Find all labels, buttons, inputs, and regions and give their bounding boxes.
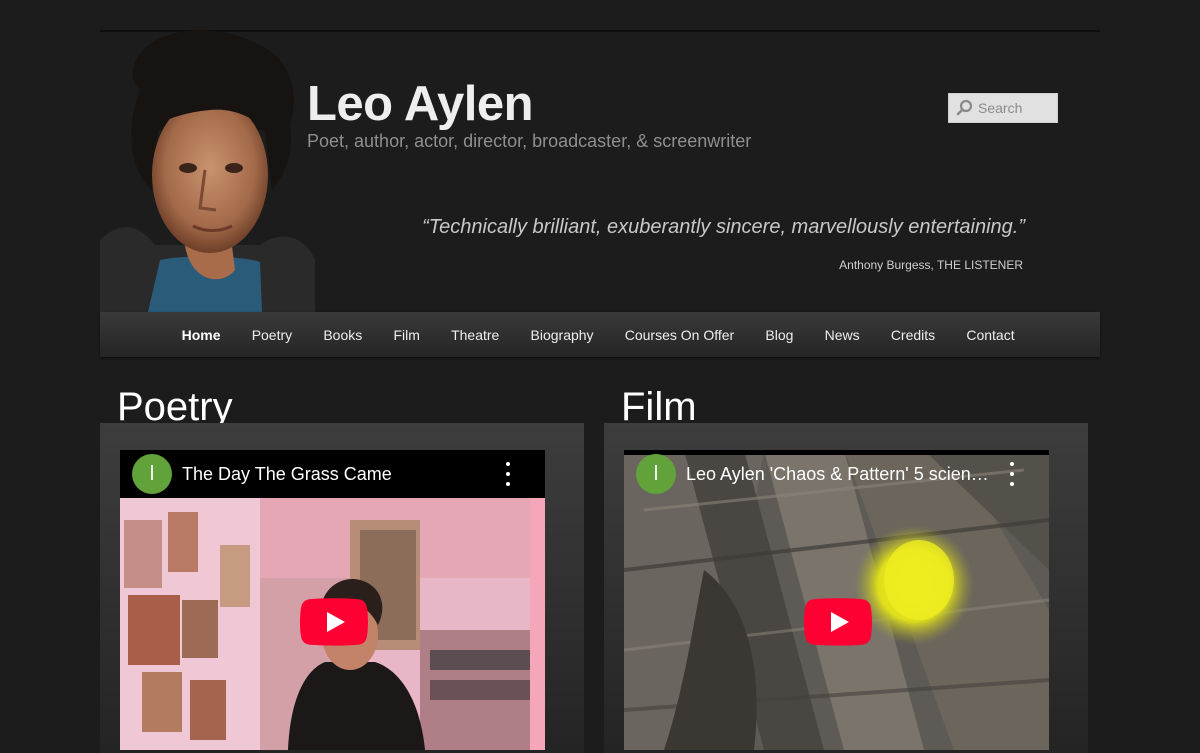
film-panel: l Leo Aylen 'Chaos & Pattern' 5 science … [604, 423, 1088, 753]
site-title[interactable]: Leo Aylen [307, 74, 534, 134]
nav-item-courses[interactable]: Courses On Offer [609, 327, 750, 343]
poetry-video-player[interactable]: l The Day The Grass Came [120, 450, 545, 750]
nav-item-film[interactable]: Film [378, 327, 436, 343]
youtube-play-icon[interactable] [804, 598, 872, 646]
poetry-channel-avatar[interactable]: l [132, 454, 172, 494]
poetry-video-header: l The Day The Grass Came [120, 450, 545, 498]
nav-item-home[interactable]: Home [166, 327, 236, 343]
portrait-image [100, 30, 315, 312]
nav-item-news[interactable]: News [809, 327, 875, 343]
nav-item-books[interactable]: Books [308, 327, 378, 343]
search-input[interactable] [976, 100, 1054, 116]
testimonial-quote: “Technically brilliant, exuberantly sinc… [422, 216, 1025, 238]
nav-item-blog[interactable]: Blog [750, 327, 809, 343]
film-video-title[interactable]: Leo Aylen 'Chaos & Pattern' 5 science po… [686, 464, 996, 485]
main-navigation: Home Poetry Books Film Theatre Biography… [100, 312, 1100, 357]
kebab-menu-icon[interactable] [1009, 462, 1015, 486]
poetry-panel: l The Day The Grass Came [100, 423, 584, 753]
site-description: Poet, author, actor, director, broadcast… [307, 131, 752, 151]
nav-item-contact[interactable]: Contact [951, 327, 1030, 343]
nav-item-poetry[interactable]: Poetry [236, 327, 308, 343]
film-video-player[interactable]: l Leo Aylen 'Chaos & Pattern' 5 science … [624, 450, 1049, 750]
search-box[interactable] [948, 93, 1058, 123]
poetry-video-title[interactable]: The Day The Grass Came [182, 464, 492, 485]
kebab-menu-icon[interactable] [505, 462, 511, 486]
film-video-header: l Leo Aylen 'Chaos & Pattern' 5 science … [624, 450, 1049, 498]
page: Leo Aylen Poet, author, actor, director,… [100, 30, 1100, 753]
nav-item-credits[interactable]: Credits [875, 327, 951, 343]
film-channel-avatar[interactable]: l [636, 454, 676, 494]
nav-item-theatre[interactable]: Theatre [435, 327, 514, 343]
nav-item-biography[interactable]: Biography [515, 327, 609, 343]
search-icon [954, 97, 976, 119]
youtube-play-icon[interactable] [300, 598, 368, 646]
testimonial-attribution: Anthony Burgess, THE LISTENER [839, 258, 1023, 272]
